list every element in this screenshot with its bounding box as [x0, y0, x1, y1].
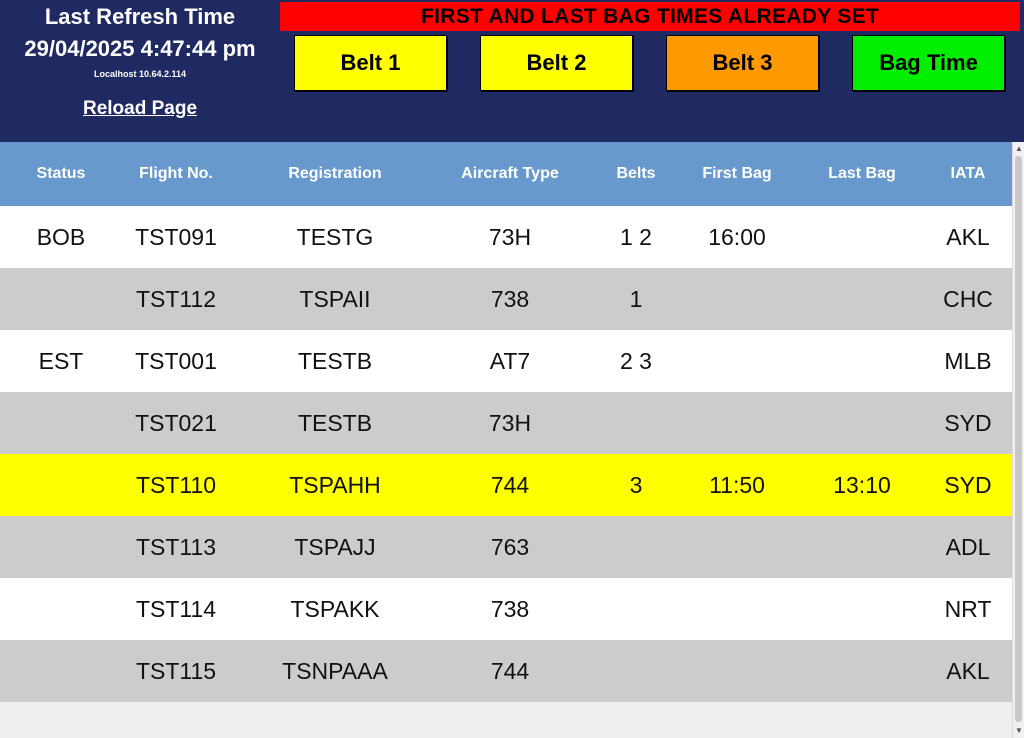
column-header-status: Status [36, 165, 86, 182]
cell-aircraft-type: 744 [490, 658, 530, 684]
cell-status [10, 640, 112, 702]
cell-aircraft-type: 738 [490, 286, 530, 312]
cell-belts [590, 392, 682, 454]
cell-status [10, 578, 112, 640]
refresh-title: Last Refresh Time [44, 4, 236, 29]
cell-registration: TSPAII [299, 286, 371, 312]
cell-belts [590, 578, 682, 640]
column-header-first-bag: First Bag [702, 165, 772, 182]
cell-belts: 1 [629, 286, 643, 312]
cell-first-bag [682, 516, 792, 578]
column-header-aircraft-type: Aircraft Type [461, 165, 559, 182]
status-banner: FIRST AND LAST BAG TIMES ALREADY SET [280, 2, 1020, 31]
column-header-last-bag: Last Bag [828, 165, 896, 182]
table-row[interactable]: EST TST001 TESTB AT7 2 3 MLB [0, 330, 1012, 392]
cell-first-bag [682, 578, 792, 640]
table-row[interactable]: TST112 TSPAII 738 1 CHC [0, 268, 1012, 330]
cell-flight-no: TST001 [135, 348, 217, 374]
cell-last-bag [792, 206, 932, 268]
cell-belts: 1 2 [620, 224, 652, 250]
cell-belts [590, 640, 682, 702]
cell-registration: TESTB [297, 410, 373, 436]
cell-registration: TSPAJJ [294, 534, 376, 560]
belt-3-button[interactable]: Belt 3 [666, 35, 819, 91]
cell-status [10, 268, 112, 330]
cell-registration: TSPAHH [289, 472, 381, 498]
table-header: Status Flight No. Registration Aircraft … [0, 142, 1012, 206]
cell-iata: AKL [946, 658, 990, 684]
cell-first-bag [682, 330, 792, 392]
belt-1-button[interactable]: Belt 1 [294, 35, 447, 91]
cell-belts: 3 [629, 472, 643, 498]
cell-aircraft-type: AT7 [489, 348, 531, 374]
cell-iata: NRT [944, 596, 992, 622]
table-row[interactable]: BOB TST091 TESTG 73H 1 2 16:00 AKL [0, 206, 1012, 268]
scrollbar-thumb[interactable] [1015, 156, 1022, 722]
cell-flight-no: TST091 [135, 224, 217, 250]
cell-first-bag: 11:50 [709, 472, 765, 498]
cell-registration: TSNPAAA [282, 658, 388, 684]
cell-status [10, 516, 112, 578]
cell-aircraft-type: 73H [488, 224, 532, 250]
cell-iata: CHC [943, 286, 993, 312]
cell-last-bag [792, 268, 932, 330]
cell-aircraft-type: 744 [490, 472, 530, 498]
cell-flight-no: TST114 [135, 596, 217, 622]
cell-flight-no: TST021 [135, 410, 217, 436]
cell-last-bag [792, 516, 932, 578]
cell-flight-no: TST115 [135, 658, 217, 684]
cell-last-bag [792, 392, 932, 454]
cell-status [10, 392, 112, 454]
cell-last-bag [792, 578, 932, 640]
scroll-up-icon[interactable]: ▲ [1013, 143, 1024, 155]
cell-aircraft-type: 73H [488, 410, 532, 436]
cell-last-bag [792, 640, 932, 702]
cell-aircraft-type: 763 [490, 534, 530, 560]
cell-iata: MLB [944, 348, 992, 374]
cell-first-bag [682, 268, 792, 330]
cell-iata: SYD [944, 472, 992, 498]
cell-iata: AKL [946, 224, 990, 250]
host-label: Localhost 10.64.2.114 [93, 69, 187, 79]
reload-page-link[interactable]: Reload Page [0, 98, 280, 120]
refresh-time: 29/04/2025 4:47:44 pm [24, 36, 256, 61]
cell-last-bag: 13:10 [833, 472, 891, 498]
column-header-flight-no: Flight No. [139, 165, 213, 182]
bag-time-button[interactable]: Bag Time [852, 35, 1005, 91]
cell-registration: TESTB [297, 348, 373, 374]
table-row[interactable]: TST114 TSPAKK 738 NRT [0, 578, 1012, 640]
vertical-scrollbar[interactable]: ▲ ▼ [1012, 142, 1024, 738]
cell-flight-no: TST110 [135, 472, 217, 498]
cell-registration: TSPAKK [290, 596, 380, 622]
cell-belts: 2 3 [620, 348, 652, 374]
scroll-down-icon[interactable]: ▼ [1013, 725, 1024, 737]
cell-first-bag [682, 640, 792, 702]
table-row[interactable]: TST113 TSPAJJ 763 ADL [0, 516, 1012, 578]
cell-status: BOB [36, 224, 86, 250]
table-row[interactable]: TST110 TSPAHH 744 3 11:50 13:10 SYD [0, 454, 1012, 516]
column-header-belts: Belts [616, 165, 656, 182]
table-row[interactable]: TST115 TSNPAAA 744 AKL [0, 640, 1012, 702]
flights-table: Status Flight No. Registration Aircraft … [0, 142, 1012, 738]
belt-2-button[interactable]: Belt 2 [480, 35, 633, 91]
cell-status [10, 454, 112, 516]
table-row[interactable]: TST021 TESTB 73H SYD [0, 392, 1012, 454]
cell-iata: SYD [944, 410, 992, 436]
cell-first-bag: 16:00 [708, 224, 766, 250]
cell-registration: TESTG [296, 224, 374, 250]
cell-flight-no: TST112 [135, 286, 217, 312]
header-bar: Last Refresh Time 29/04/2025 4:47:44 pm … [0, 0, 1024, 142]
cell-belts [590, 516, 682, 578]
cell-aircraft-type: 738 [490, 596, 530, 622]
column-header-iata: IATA [950, 165, 986, 182]
cell-last-bag [792, 330, 932, 392]
cell-status: EST [38, 348, 84, 374]
cell-iata: ADL [945, 534, 991, 560]
column-header-registration: Registration [288, 165, 382, 182]
cell-first-bag [682, 392, 792, 454]
cell-flight-no: TST113 [135, 534, 217, 560]
